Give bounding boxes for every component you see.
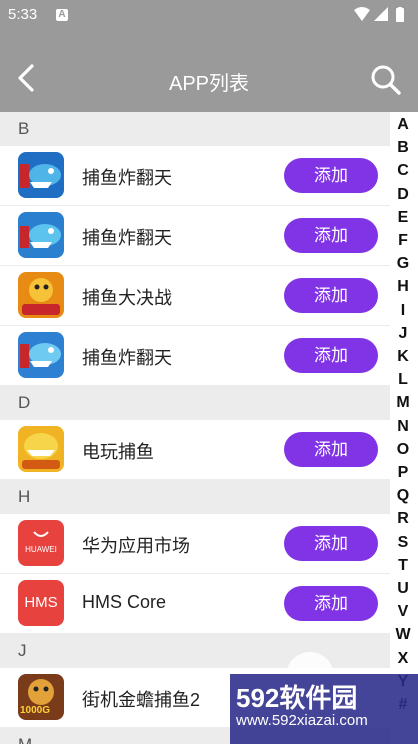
app-name: 捕鱼炸翻天 — [82, 348, 172, 368]
app-name: HMS Core — [82, 592, 167, 612]
app-name: 捕鱼炸翻天 — [82, 228, 172, 248]
index-letter[interactable]: I — [390, 302, 416, 320]
list-item[interactable]: HUAWEI 华为应用市场 添加 — [0, 514, 390, 574]
fish-game-icon: 1000G — [18, 674, 64, 720]
add-button[interactable]: 添加 — [284, 526, 378, 561]
index-letter[interactable]: R — [390, 510, 416, 528]
signal-icon — [374, 7, 388, 21]
watermark: 592软件园 www.592xiazai.com — [230, 650, 418, 744]
index-letter[interactable]: M — [390, 394, 416, 412]
fish-game-icon — [18, 332, 64, 378]
index-letter[interactable]: E — [390, 209, 416, 227]
list-item[interactable]: 捕鱼炸翻天 添加 — [0, 146, 390, 206]
add-button[interactable]: 添加 — [284, 432, 378, 467]
index-letter[interactable]: N — [390, 418, 416, 436]
add-button[interactable]: 添加 — [284, 158, 378, 193]
jackpot-label: 1000G — [20, 705, 51, 716]
hms-core-icon: HMS — [18, 580, 64, 626]
app-name: 捕鱼炸翻天 — [82, 168, 172, 188]
status-bar: 5:33 A — [0, 0, 418, 30]
section-header-h: H — [0, 480, 390, 514]
fish-game-icon — [18, 426, 64, 472]
system-status-icons — [354, 7, 404, 22]
watermark-brand: 592软件园 — [236, 683, 358, 713]
huawei-appgallery-icon: HUAWEI — [18, 520, 64, 566]
index-letter[interactable]: V — [390, 603, 416, 621]
list-item[interactable]: HMS HMS Core 添加 — [0, 574, 390, 634]
app-name: 街机金蟾捕鱼2 — [82, 690, 201, 710]
index-letter[interactable]: K — [390, 348, 416, 366]
add-button[interactable]: 添加 — [284, 586, 378, 621]
index-letter[interactable]: S — [390, 534, 416, 552]
section-header-d: D — [0, 386, 390, 420]
index-letter[interactable]: Q — [390, 487, 416, 505]
index-letter[interactable]: D — [390, 186, 416, 204]
list-item[interactable]: 电玩捕鱼 添加 — [0, 420, 390, 480]
fish-game-icon — [18, 272, 64, 318]
index-letter[interactable]: A — [390, 116, 416, 134]
hms-label: HMS — [24, 594, 58, 611]
battery-icon — [396, 8, 404, 22]
index-letter[interactable]: F — [390, 232, 416, 250]
index-letter[interactable]: C — [390, 162, 416, 180]
index-letter[interactable]: P — [390, 464, 416, 482]
index-letter[interactable]: W — [390, 626, 416, 644]
section-header-b: B — [0, 112, 390, 146]
index-letter[interactable]: U — [390, 580, 416, 598]
list-item[interactable]: 捕鱼大决战 添加 — [0, 266, 390, 326]
index-letter[interactable]: G — [390, 255, 416, 273]
fish-game-icon — [18, 152, 64, 198]
list-item[interactable]: 捕鱼炸翻天 添加 — [0, 206, 390, 266]
index-letter[interactable]: L — [390, 371, 416, 389]
huawei-label: HUAWEI — [25, 545, 57, 554]
status-time: 5:33 — [8, 6, 38, 23]
page-title: APP列表 — [168, 73, 250, 95]
app-name: 华为应用市场 — [82, 536, 190, 556]
app-name: 电玩捕鱼 — [82, 442, 154, 462]
app-name: 捕鱼大决战 — [82, 288, 172, 308]
add-button[interactable]: 添加 — [284, 278, 378, 313]
wifi-icon — [354, 7, 370, 21]
index-letter[interactable]: H — [390, 278, 416, 296]
index-letter[interactable]: B — [390, 139, 416, 157]
app-toolbar: APP列表 — [0, 30, 418, 112]
notification-a-icon: A — [56, 9, 68, 21]
index-letter[interactable]: T — [390, 557, 416, 575]
add-button[interactable]: 添加 — [284, 218, 378, 253]
watermark-url: www.592xiazai.com — [236, 712, 368, 729]
index-letter[interactable]: J — [390, 325, 416, 343]
fish-game-icon — [18, 212, 64, 258]
index-letter[interactable]: O — [390, 441, 416, 459]
list-item[interactable]: 捕鱼炸翻天 添加 — [0, 326, 390, 386]
search-icon[interactable] — [370, 64, 402, 96]
add-button[interactable]: 添加 — [284, 338, 378, 373]
